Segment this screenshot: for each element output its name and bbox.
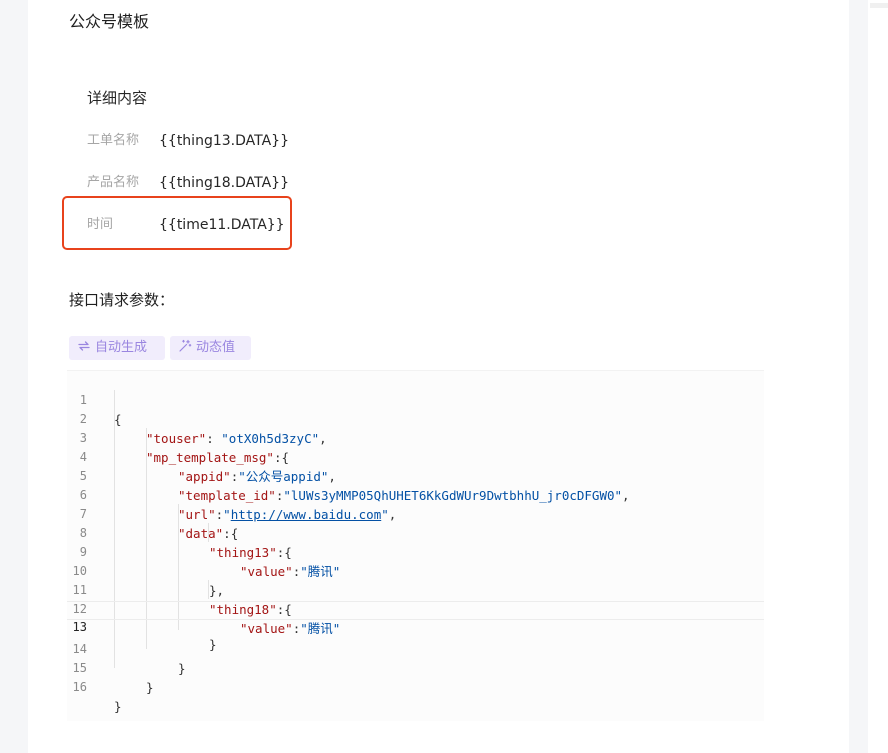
right-scroll-strip <box>868 0 888 753</box>
field-value: {{thing18.DATA}} <box>159 175 289 191</box>
code-line: 16 } <box>72 680 122 714</box>
field-label: 产品名称 <box>87 175 140 190</box>
refresh-icon <box>77 338 91 352</box>
code-line: 2 "touser": "otX0h5d3zyC", <box>79 412 327 446</box>
highlight-box <box>62 196 292 250</box>
code-line: 7 "data":{ <box>79 507 239 541</box>
code-line: 5 "template_id":"lUWs3yMMP05QhUHET6KkGdW… <box>79 469 630 503</box>
code-line: 15 } <box>72 661 154 695</box>
detail-title: 详细内容 <box>87 89 148 107</box>
auto-generate-label: 自动生成 <box>95 340 148 355</box>
auto-generate-button[interactable]: 自动生成 <box>69 336 165 360</box>
dynamic-value-button[interactable]: 动态值 <box>170 336 251 360</box>
code-line: 3 "mp_template_msg":{ <box>79 431 289 465</box>
code-line: 6 "url":"http://www.baidu.com", <box>79 488 397 522</box>
code-editor[interactable]: 1 { 2 "touser": "otX0h5d3zyC", 3 "mp_tem… <box>67 370 764 721</box>
params-title: 接口请求参数： <box>69 291 175 309</box>
code-line: 8 "thing13":{ <box>79 526 292 560</box>
code-line-active: 13 } <box>67 601 764 652</box>
code-line: 11 "thing18":{ <box>72 583 292 617</box>
field-value: {{thing13.DATA}} <box>159 133 289 149</box>
code-line: 12 "value":"腾讯" <box>72 602 341 636</box>
code-line: 10 }, <box>72 564 225 598</box>
code-line: 1 { <box>79 393 122 427</box>
code-line: 14 } <box>72 642 186 676</box>
magic-wand-icon <box>178 338 192 352</box>
field-label: 工单名称 <box>87 133 140 148</box>
code-line: 4 "appid":"公众号appid", <box>79 450 336 484</box>
dynamic-value-label: 动态值 <box>196 340 236 355</box>
code-line: 9 "value":"腾讯" <box>79 545 341 579</box>
section-title: 公众号模板 <box>69 12 150 31</box>
